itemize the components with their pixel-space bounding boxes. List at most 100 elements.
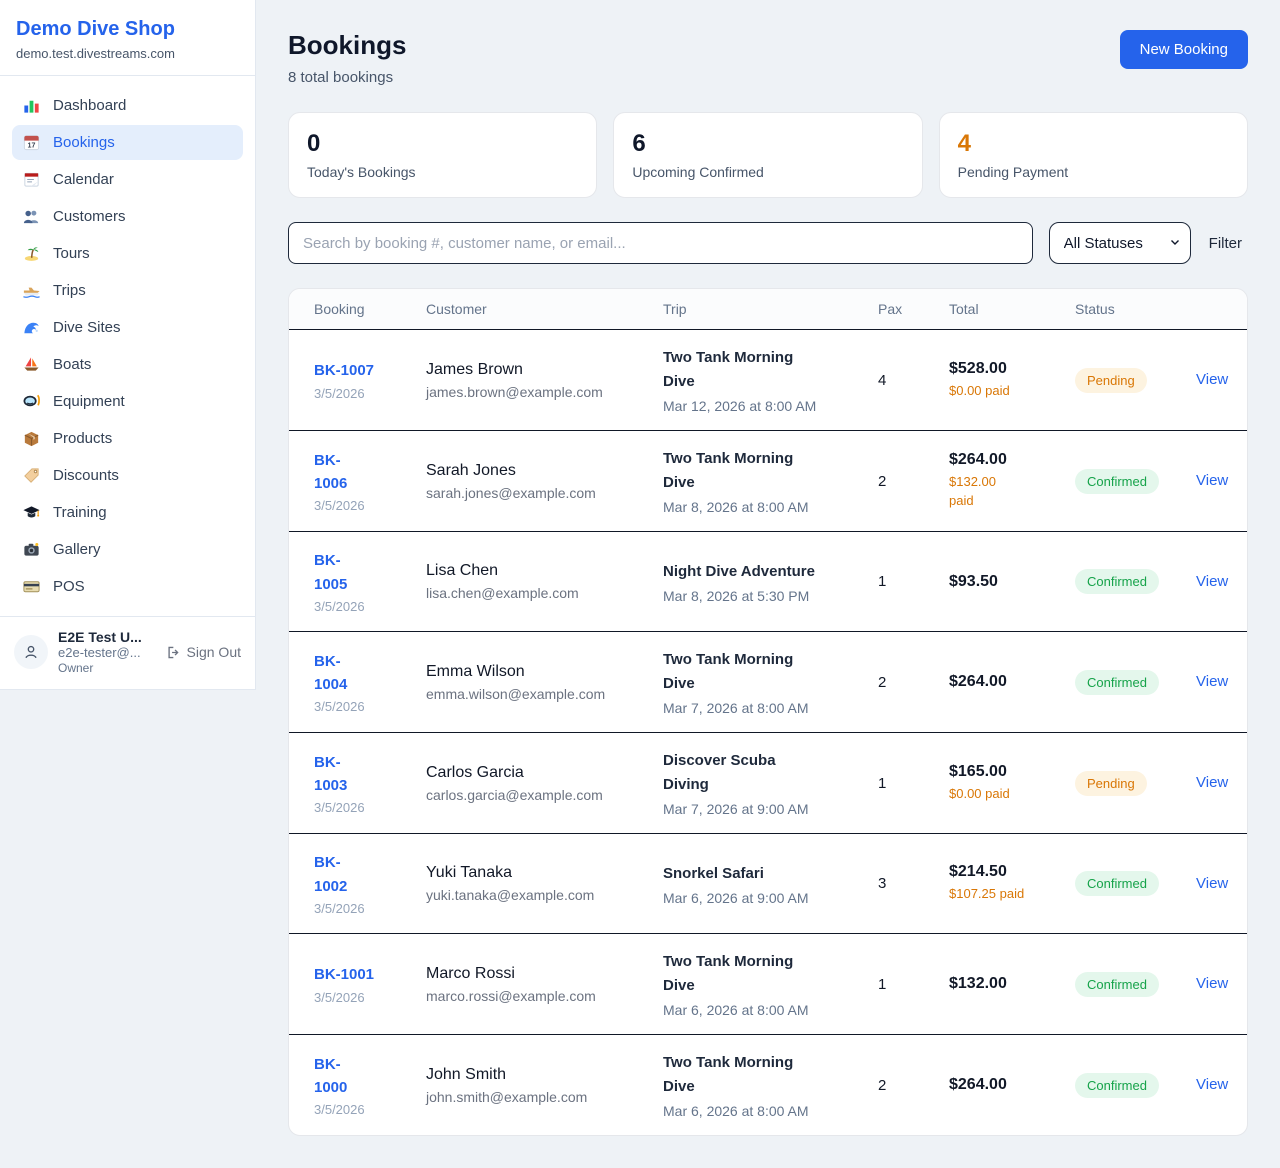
- view-link[interactable]: View: [1196, 975, 1228, 992]
- svg-text:17: 17: [28, 141, 36, 149]
- stat-value: 4: [958, 130, 1229, 158]
- sidebar-item-pos[interactable]: POS: [12, 569, 243, 604]
- customer-name: Yuki Tanaka: [426, 864, 651, 882]
- sidebar-item-equipment[interactable]: Equipment: [12, 384, 243, 419]
- view-link[interactable]: View: [1196, 573, 1228, 590]
- table-row: BK-10013/5/2026 Marco Rossimarco.rossi@e…: [289, 934, 1247, 1035]
- bar-chart-icon: [22, 96, 41, 115]
- booking-id-link[interactable]: BK- 1005: [314, 549, 414, 596]
- table-row: BK- 10063/5/2026 Sarah Jonessarah.jones@…: [289, 431, 1247, 532]
- shop-domain: demo.test.divestreams.com: [16, 46, 239, 61]
- booking-date: 3/5/2026: [314, 699, 414, 714]
- booking-id-link[interactable]: BK- 1002: [314, 851, 414, 898]
- trip-datetime: Mar 6, 2026 at 9:00 AM: [663, 890, 866, 906]
- graduation-cap-icon: [22, 503, 41, 522]
- sidebar-item-training[interactable]: Training: [12, 495, 243, 530]
- wave-icon: [22, 318, 41, 337]
- sidebar-item-boats[interactable]: Boats: [12, 347, 243, 382]
- sidebar-item-label: Training: [53, 504, 107, 521]
- trip-datetime: Mar 6, 2026 at 8:00 AM: [663, 1002, 866, 1018]
- paid-amount: $107.25 paid: [949, 885, 1063, 904]
- status-badge: Confirmed: [1075, 1073, 1159, 1098]
- sidebar-item-dashboard[interactable]: Dashboard: [12, 88, 243, 123]
- sidebar-item-discounts[interactable]: Discounts: [12, 458, 243, 493]
- total-amount: $214.50: [949, 863, 1063, 881]
- sidebar-item-bookings[interactable]: 17 Bookings: [12, 125, 243, 160]
- pax-count: 2: [878, 1077, 949, 1094]
- paid-amount: $132.00 paid: [949, 473, 1063, 511]
- sidebar-item-label: Dive Sites: [53, 319, 121, 336]
- filter-button[interactable]: Filter: [1209, 235, 1242, 252]
- status-badge: Pending: [1075, 771, 1147, 796]
- view-link[interactable]: View: [1196, 371, 1228, 388]
- speedboat-icon: [22, 281, 41, 300]
- view-link[interactable]: View: [1196, 472, 1228, 489]
- sidebar-nav: Dashboard 17 Bookings Calendar Customers…: [0, 76, 255, 616]
- booking-id-link[interactable]: BK- 1006: [314, 449, 414, 496]
- credit-card-icon: [22, 577, 41, 596]
- sidebar-item-label: Customers: [53, 208, 126, 225]
- view-link[interactable]: View: [1196, 1076, 1228, 1093]
- trip-datetime: Mar 7, 2026 at 9:00 AM: [663, 801, 866, 817]
- booking-id-link[interactable]: BK-1001: [314, 963, 414, 986]
- trip-datetime: Mar 12, 2026 at 8:00 AM: [663, 398, 866, 414]
- trip-datetime: Mar 7, 2026 at 8:00 AM: [663, 700, 866, 716]
- booking-id-link[interactable]: BK- 1004: [314, 650, 414, 697]
- booking-id-link[interactable]: BK- 1003: [314, 751, 414, 798]
- status-filter-wrap: All Statuses: [1049, 222, 1191, 264]
- customer-name: Marco Rossi: [426, 965, 651, 983]
- sidebar-item-products[interactable]: Products: [12, 421, 243, 456]
- customer-email: emma.wilson@example.com: [426, 686, 651, 702]
- sidebar-item-label: Bookings: [53, 134, 115, 151]
- pax-count: 4: [878, 372, 949, 389]
- sidebar-item-gallery[interactable]: Gallery: [12, 532, 243, 567]
- trip-datetime: Mar 8, 2026 at 5:30 PM: [663, 588, 866, 604]
- trip-name: Two Tank Morning Dive: [663, 648, 866, 696]
- sidebar-item-customers[interactable]: Customers: [12, 199, 243, 234]
- col-header-actions: [1196, 289, 1235, 329]
- user-section: E2E Test U... e2e-tester@... Owner Sign …: [0, 616, 255, 689]
- col-header-pax: Pax: [878, 289, 949, 329]
- sidebar-item-label: Gallery: [53, 541, 101, 558]
- shop-name[interactable]: Demo Dive Shop: [16, 18, 239, 41]
- table-row: BK- 10043/5/2026 Emma Wilsonemma.wilson@…: [289, 632, 1247, 733]
- sidebar-item-dive-sites[interactable]: Dive Sites: [12, 310, 243, 345]
- booking-date: 3/5/2026: [314, 901, 414, 916]
- customer-name: Carlos Garcia: [426, 764, 651, 782]
- col-header-total: Total: [949, 289, 1075, 329]
- people-icon: [22, 207, 41, 226]
- customer-email: john.smith@example.com: [426, 1089, 651, 1105]
- sidebar-item-label: POS: [53, 578, 85, 595]
- sidebar-item-calendar[interactable]: Calendar: [12, 162, 243, 197]
- table-row: BK- 10053/5/2026 Lisa Chenlisa.chen@exam…: [289, 532, 1247, 632]
- stat-label: Upcoming Confirmed: [632, 164, 903, 180]
- sidebar-item-label: Boats: [53, 356, 91, 373]
- status-badge: Confirmed: [1075, 469, 1159, 494]
- view-link[interactable]: View: [1196, 673, 1228, 690]
- search-input[interactable]: [288, 222, 1033, 264]
- total-amount: $132.00: [949, 975, 1063, 993]
- customer-email: sarah.jones@example.com: [426, 485, 651, 501]
- customer-name: Lisa Chen: [426, 562, 651, 580]
- status-filter-select[interactable]: All Statuses: [1049, 222, 1191, 264]
- total-amount: $93.50: [949, 573, 1063, 591]
- calendar-date-icon: 17: [22, 133, 41, 152]
- new-booking-button[interactable]: New Booking: [1120, 30, 1248, 69]
- sidebar-item-trips[interactable]: Trips: [12, 273, 243, 308]
- view-link[interactable]: View: [1196, 875, 1228, 892]
- col-header-status: Status: [1075, 289, 1196, 329]
- view-link[interactable]: View: [1196, 774, 1228, 791]
- trip-datetime: Mar 6, 2026 at 8:00 AM: [663, 1103, 866, 1119]
- pax-count: 2: [878, 473, 949, 490]
- col-header-customer: Customer: [426, 289, 663, 329]
- sailboat-icon: [22, 355, 41, 374]
- trip-name: Two Tank Morning Dive: [663, 950, 866, 998]
- booking-id-link[interactable]: BK-1007: [314, 359, 414, 382]
- booking-id-link[interactable]: BK- 1000: [314, 1053, 414, 1100]
- sign-out-label: Sign Out: [187, 644, 241, 660]
- user-name: E2E Test U...: [58, 629, 142, 645]
- sidebar-item-tours[interactable]: Tours: [12, 236, 243, 271]
- sign-out-button[interactable]: Sign Out: [164, 644, 241, 661]
- pax-count: 1: [878, 775, 949, 792]
- user-meta: E2E Test U... e2e-tester@... Owner: [58, 629, 142, 675]
